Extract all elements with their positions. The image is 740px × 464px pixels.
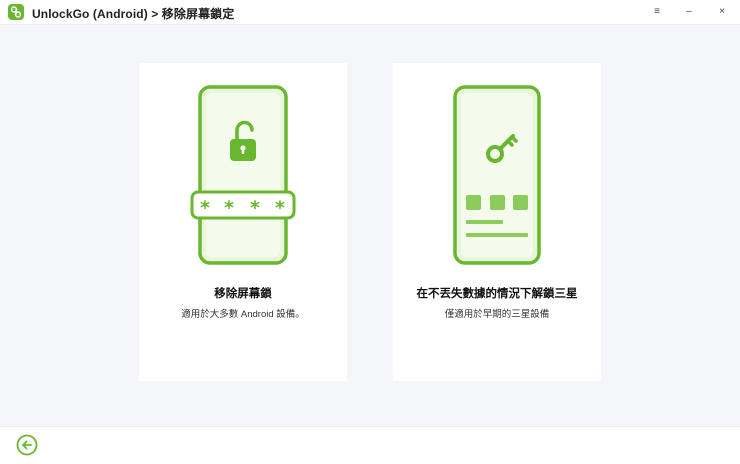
unlock-samsung-option[interactable]: 在不丟失數據的情況下解鎖三星 僅適用於早期的三星設備	[393, 63, 601, 381]
option-description: 適用於大多數 Android 設備。	[181, 309, 305, 320]
option-description: 僅適用於早期的三星設備	[444, 309, 550, 320]
title-bar: UnlockGo (Android) > 移除屏幕鎖定 ≡ – ×	[0, 0, 740, 25]
option-title: 在不丟失數據的情況下解鎖三星	[416, 288, 578, 300]
minimize-button[interactable]: –	[678, 3, 700, 21]
remove-screen-lock-option[interactable]: * * * * 移除屏幕鎖 適用於大多數 Android 設備。	[139, 63, 347, 381]
app-logo-icon	[8, 4, 24, 20]
svg-text:*: *	[200, 197, 210, 219]
svg-text:*: *	[250, 197, 260, 219]
key-phone-icon	[453, 85, 541, 265]
menu-button[interactable]: ≡	[646, 3, 668, 21]
svg-text:*: *	[224, 197, 234, 219]
unlock-phone-icon: * * * *	[190, 85, 296, 265]
back-arrow-icon[interactable]	[16, 434, 38, 456]
footer-bar	[0, 426, 740, 464]
option-title: 移除屏幕鎖	[214, 288, 272, 300]
close-button[interactable]: ×	[711, 3, 733, 21]
svg-text:*: *	[275, 197, 285, 219]
window-title: UnlockGo (Android) > 移除屏幕鎖定	[32, 7, 235, 21]
